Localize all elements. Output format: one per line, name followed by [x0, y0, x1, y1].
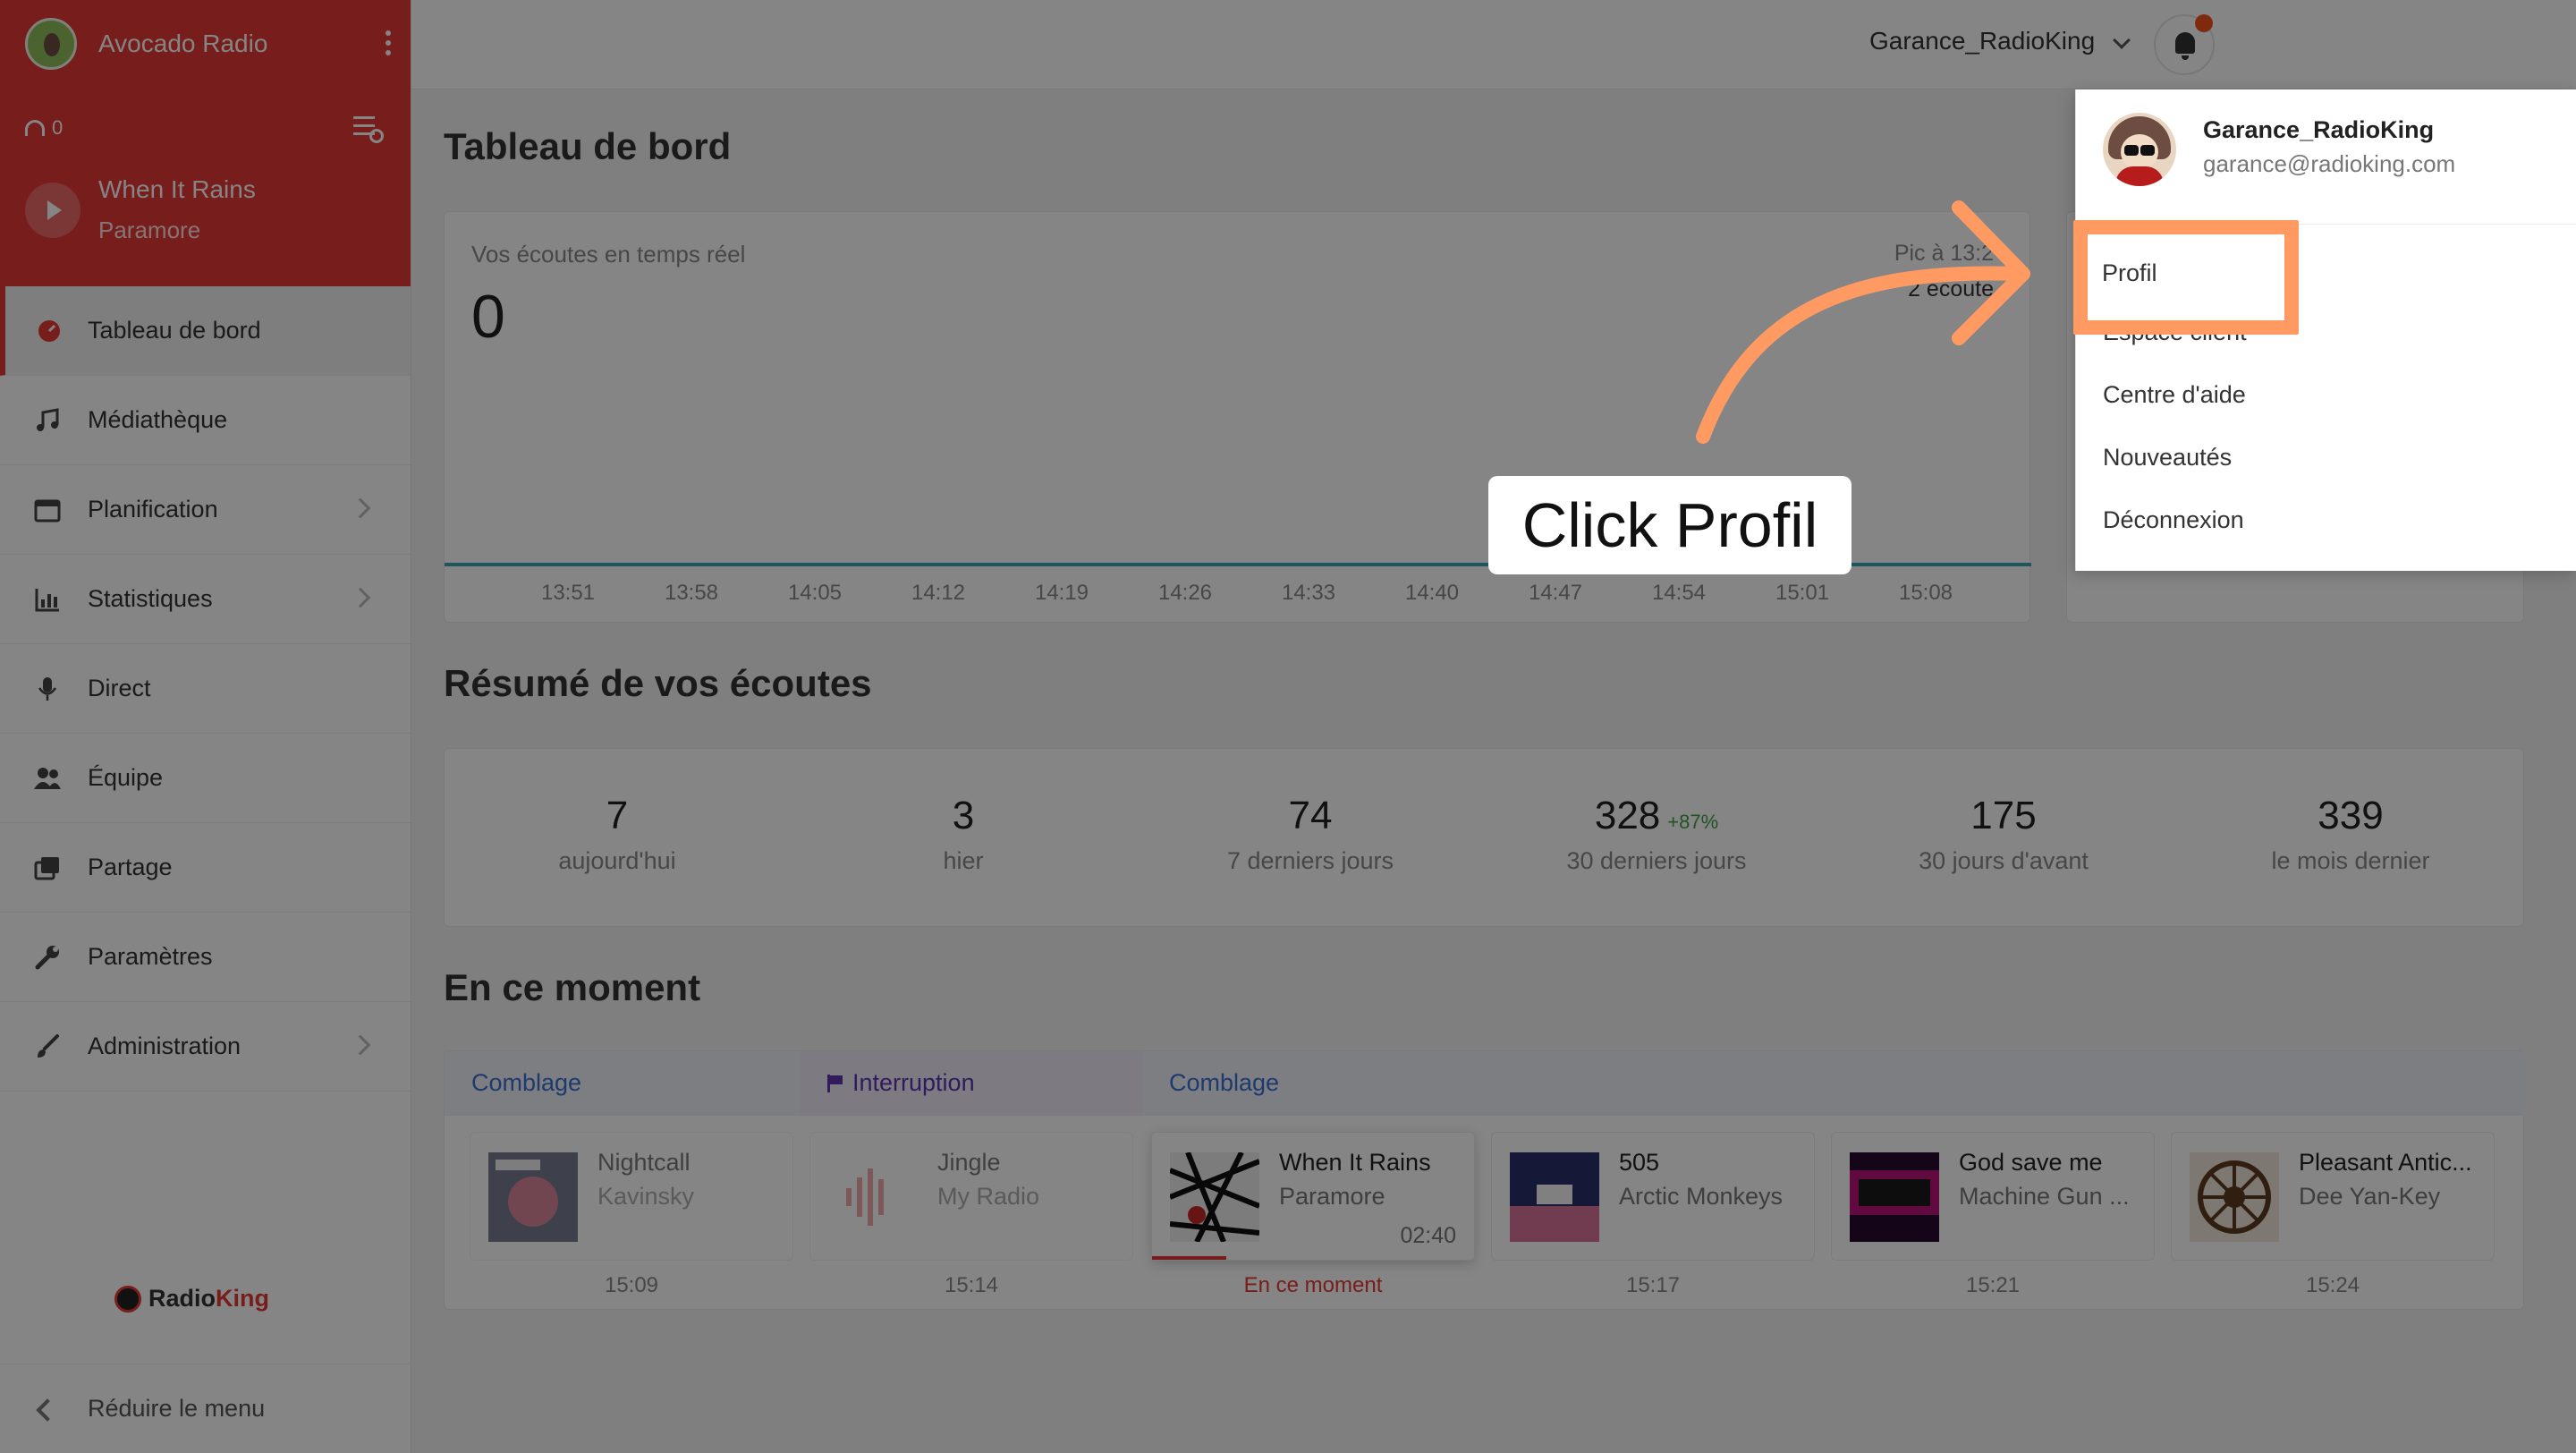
- annotation-tooltip: Click Profil: [1488, 476, 1852, 574]
- annotation-arrow-icon: [1696, 200, 2030, 444]
